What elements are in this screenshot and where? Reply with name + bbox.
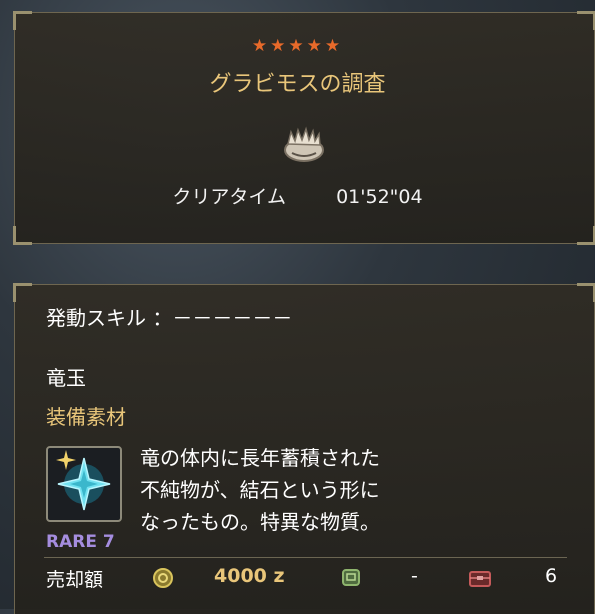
activated-skill-line: 発動スキル ：－－－－－－ <box>46 306 293 330</box>
sell-price-value: 4000 z <box>214 565 285 587</box>
description-line: 不純物が、結石という形に <box>140 478 380 502</box>
corner-ornament <box>13 283 32 302</box>
quest-title: グラビモスの調査 <box>209 72 386 97</box>
clear-time-row: クリアタイム 01'52"04 <box>0 182 595 209</box>
description-line: なったもの。特異な物質。 <box>140 510 380 534</box>
item-stats-row: 売却額 4000 z - 6 <box>0 563 595 593</box>
corner-ornament <box>13 226 32 245</box>
dragon-gem-icon <box>56 450 111 511</box>
clear-time-label: クリアタイム <box>172 186 287 208</box>
corner-ornament <box>577 11 595 30</box>
item-category: 装備素材 <box>46 405 126 429</box>
item-name: 竜玉 <box>46 366 86 390</box>
item-description: 竜の体内に長年蓄積された 不純物が、結石という形に なったもの。特異な物質。 <box>140 442 380 538</box>
quest-rank-stars: ★★★★★ <box>251 36 344 56</box>
monster-icon <box>284 126 324 162</box>
description-line: 竜の体内に長年蓄積された <box>140 446 380 470</box>
corner-ornament <box>577 226 595 245</box>
corner-ornament <box>13 11 32 30</box>
corner-ornament <box>577 283 595 302</box>
sell-price-label: 売却額 <box>46 569 104 591</box>
clear-time-value: 01'52"04 <box>336 186 423 208</box>
box-count: 6 <box>545 565 558 587</box>
item-icon-frame <box>46 446 122 522</box>
zenny-icon <box>153 568 173 588</box>
pouch-count: - <box>411 565 418 587</box>
item-pouch-icon <box>342 569 360 586</box>
item-box-icon <box>469 571 491 587</box>
divider <box>44 557 567 558</box>
rarity-label: RARE 7 <box>46 532 115 552</box>
